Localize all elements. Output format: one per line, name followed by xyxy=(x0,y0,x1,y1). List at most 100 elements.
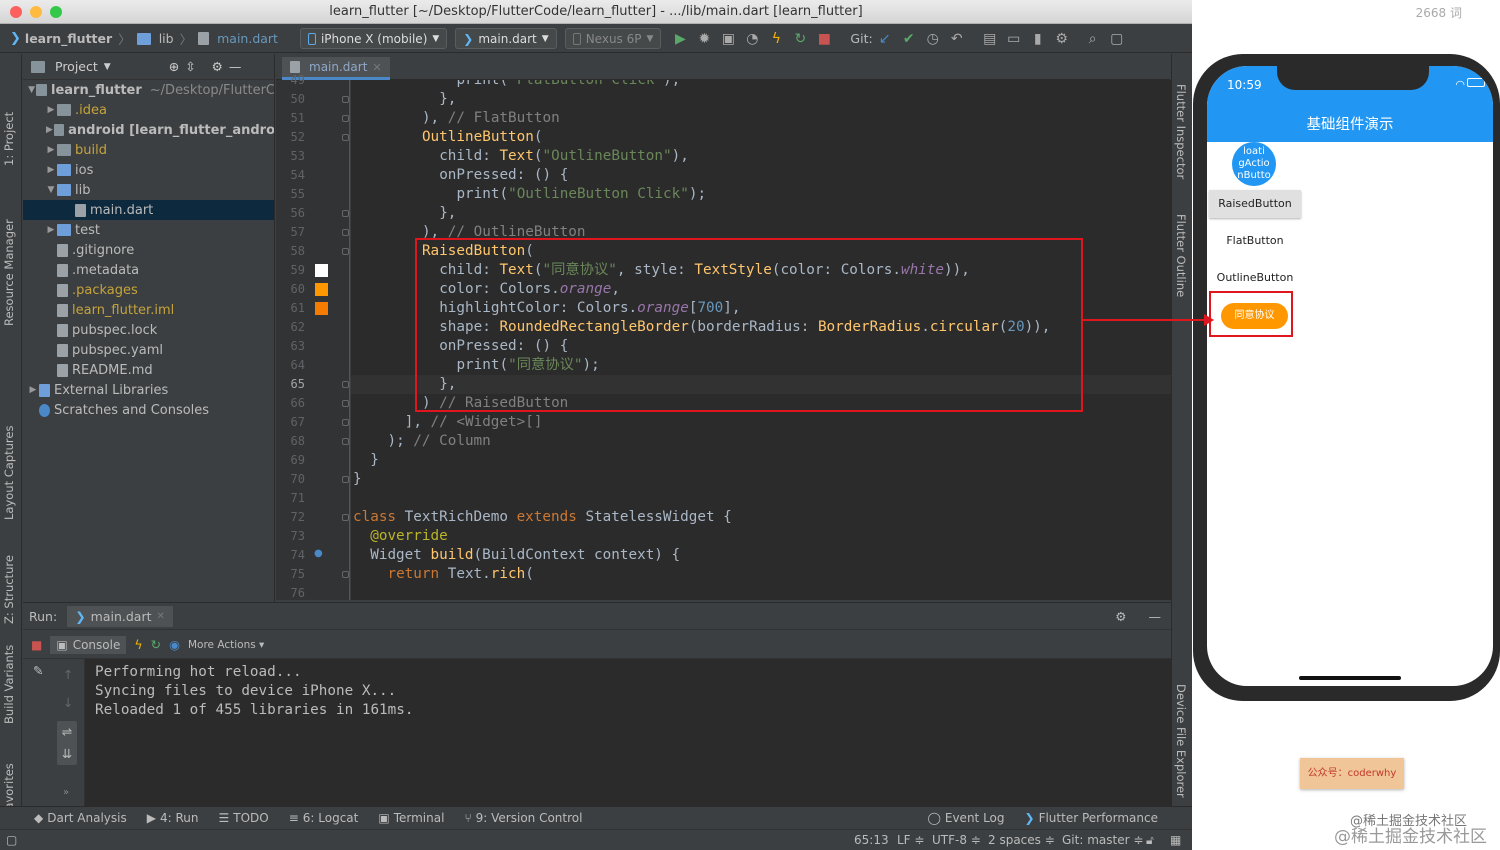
maximize-window-button[interactable] xyxy=(50,6,62,18)
hot-restart-icon[interactable]: ↻ xyxy=(789,28,811,50)
tab-event-log[interactable]: ◯ Event Log xyxy=(917,811,1014,825)
gear-icon[interactable]: ⚙ xyxy=(212,59,223,74)
tab-build-variants[interactable]: Build Variants xyxy=(2,645,16,724)
close-icon[interactable]: ✕ xyxy=(372,61,381,74)
window-icon[interactable]: ▢ xyxy=(6,833,17,847)
tab-run[interactable]: ▶ 4: Run xyxy=(137,811,209,825)
tree-item[interactable]: ▼ learn_flutter ~/Desktop/FlutterC xyxy=(23,80,274,100)
project-structure-icon[interactable]: ▤ xyxy=(979,28,1001,50)
minimize-window-button[interactable] xyxy=(30,6,42,18)
sdk-manager-icon[interactable]: ▭ xyxy=(1003,28,1025,50)
more-actions-button[interactable]: More Actions ▾ xyxy=(188,639,264,651)
locate-icon[interactable]: ⊕ xyxy=(169,59,179,74)
tab-terminal[interactable]: ▣ Terminal xyxy=(368,811,454,825)
tab-device-file-explorer[interactable]: Device File Explorer xyxy=(1174,684,1188,798)
chevron-right-icon[interactable]: ▶ xyxy=(27,385,39,395)
tab-flutter-outline[interactable]: Flutter Outline xyxy=(1174,214,1188,297)
hide-icon[interactable]: — xyxy=(1149,609,1162,624)
chevron-right-icon[interactable]: ▶ xyxy=(45,125,54,135)
gear-icon[interactable]: ⚙ xyxy=(1115,609,1126,624)
tree-item[interactable]: ▶ External Libraries xyxy=(23,380,274,400)
flat-button[interactable]: FlatButton xyxy=(1209,227,1301,255)
caret-position[interactable]: 65:13 xyxy=(854,833,889,847)
outline-button[interactable]: OutlineButton xyxy=(1209,264,1301,292)
line-separator[interactable]: LF ≑ xyxy=(897,833,924,847)
chevron-down-icon[interactable]: ▼ xyxy=(27,85,36,95)
breadcrumb-project[interactable]: ❯ learn_flutter xyxy=(0,31,116,46)
soft-wrap-icon[interactable]: ⇌ ⇊ xyxy=(57,721,77,765)
tree-item[interactable]: main.dart xyxy=(23,200,274,220)
raised-button[interactable]: RaisedButton xyxy=(1209,190,1301,218)
tab-dart-analysis[interactable]: ◆ Dart Analysis xyxy=(0,811,137,825)
fold-marker-icon[interactable] xyxy=(342,381,349,388)
avd-manager-icon[interactable]: ▮ xyxy=(1027,28,1049,50)
project-view-selector[interactable]: Project xyxy=(55,59,98,74)
tree-item[interactable]: learn_flutter.iml xyxy=(23,300,274,320)
fold-marker-icon[interactable] xyxy=(342,96,349,103)
profile-icon[interactable]: ◔ xyxy=(741,28,763,50)
fold-marker-icon[interactable] xyxy=(342,571,349,578)
pin-icon[interactable]: ✎ xyxy=(33,663,43,678)
floating-action-button[interactable]: loati gActio nButto xyxy=(1232,142,1276,186)
tab-todo[interactable]: ☰ TODO xyxy=(208,811,278,825)
fold-marker-icon[interactable] xyxy=(342,514,349,521)
tree-item[interactable]: ▶ test xyxy=(23,220,274,240)
tree-item[interactable]: .packages xyxy=(23,280,274,300)
hot-restart-icon[interactable]: ↻ xyxy=(151,637,161,652)
fold-marker-icon[interactable] xyxy=(342,248,349,255)
chevron-right-icon[interactable]: ▶ xyxy=(45,225,57,235)
more-icon[interactable]: » xyxy=(63,787,69,798)
color-swatch[interactable] xyxy=(315,302,328,315)
git-revert-icon[interactable]: ↶ xyxy=(946,28,968,50)
search-icon[interactable]: ⌕ xyxy=(1082,28,1104,50)
fold-marker-icon[interactable] xyxy=(342,210,349,217)
coverage-icon[interactable]: ▣ xyxy=(717,28,739,50)
close-icon[interactable]: ✕ xyxy=(157,611,165,622)
tree-item[interactable]: ▶ .idea xyxy=(23,100,274,120)
user-icon[interactable]: ▢ xyxy=(1106,28,1128,50)
run-icon[interactable]: ▶ xyxy=(669,28,691,50)
emulator-selector[interactable]: Nexus 6P ▼ xyxy=(564,28,662,49)
tab-flutter-inspector[interactable]: Flutter Inspector xyxy=(1174,84,1188,179)
tree-item[interactable]: README.md xyxy=(23,360,274,380)
file-encoding[interactable]: UTF-8 ≑ xyxy=(932,833,981,847)
override-icon[interactable]: ● xyxy=(314,548,323,559)
run-tab-main-dart[interactable]: ❯ main.dart ✕ xyxy=(67,605,173,627)
tree-item[interactable]: .gitignore xyxy=(23,240,274,260)
tree-item[interactable]: pubspec.yaml xyxy=(23,340,274,360)
hot-reload-icon[interactable]: ϟ xyxy=(765,28,787,50)
tab-logcat[interactable]: ≡ 6: Logcat xyxy=(279,811,369,825)
fold-marker-icon[interactable] xyxy=(342,419,349,426)
tree-item[interactable]: ▶ ios xyxy=(23,160,274,180)
tree-item[interactable]: pubspec.lock xyxy=(23,320,274,340)
lock-icon[interactable]: 🔓︎ xyxy=(1146,833,1154,848)
fold-marker-icon[interactable] xyxy=(342,476,349,483)
tab-project[interactable]: 1: Project xyxy=(2,112,16,166)
chevron-right-icon[interactable]: ▶ xyxy=(45,165,57,175)
fold-marker-icon[interactable] xyxy=(342,438,349,445)
chevron-right-icon[interactable]: ▶ xyxy=(45,145,57,155)
color-swatch[interactable] xyxy=(315,264,328,277)
git-update-icon[interactable]: ↙ xyxy=(874,28,896,50)
breadcrumb-file[interactable]: main.dart xyxy=(194,31,282,46)
breadcrumb-lib[interactable]: lib xyxy=(133,31,178,46)
tree-item[interactable]: Scratches and Consoles xyxy=(23,400,274,420)
hot-reload-icon[interactable]: ϟ xyxy=(134,637,142,652)
tree-item[interactable]: .metadata xyxy=(23,260,274,280)
hide-icon[interactable]: — xyxy=(229,59,242,74)
up-icon[interactable]: ↑ xyxy=(63,667,73,682)
tab-version-control[interactable]: ⑂ 9: Version Control xyxy=(454,811,592,825)
stop-icon[interactable]: ■ xyxy=(813,28,835,50)
tree-item[interactable]: ▶ android [learn_flutter_andro xyxy=(23,120,274,140)
fold-marker-icon[interactable] xyxy=(342,134,349,141)
memory-indicator-icon[interactable]: ▦ xyxy=(1170,833,1181,847)
git-commit-icon[interactable]: ✔ xyxy=(898,28,920,50)
device-selector[interactable]: iPhone X (mobile) ▼ xyxy=(299,28,448,49)
run-configuration-selector[interactable]: ❯ main.dart ▼ xyxy=(455,28,557,49)
sync-icon[interactable]: ⚙ xyxy=(1051,28,1073,50)
collapse-icon[interactable]: ⇳ xyxy=(185,59,195,74)
down-icon[interactable]: ↓ xyxy=(63,695,73,710)
color-swatch[interactable] xyxy=(315,283,328,296)
debug-icon[interactable]: ✹ xyxy=(693,28,715,50)
fold-marker-icon[interactable] xyxy=(342,229,349,236)
